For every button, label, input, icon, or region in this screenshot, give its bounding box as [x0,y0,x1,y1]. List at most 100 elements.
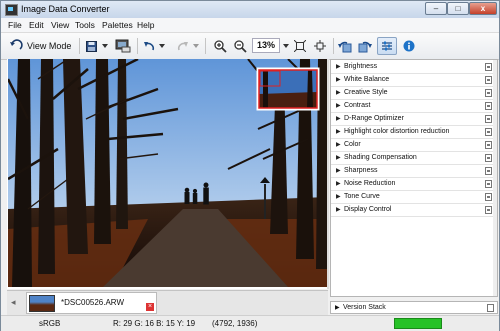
zoom-in-icon [213,39,227,53]
crosshair-icon [313,40,326,52]
minimize-button[interactable]: – [425,2,447,15]
menu-edit[interactable]: Edit [29,20,44,30]
palette-item-creative-style[interactable]: ▶ Creative Style [331,87,494,100]
version-stack-label: Version Stack [343,304,386,311]
save-dropdown[interactable] [100,37,109,55]
photo-preview [8,59,328,287]
menu-tools[interactable]: Tools [75,20,95,30]
undo-icon [143,41,155,51]
preview-icon[interactable] [485,76,492,84]
rotate-right-button[interactable] [357,37,373,55]
app-icon [5,4,18,16]
fit-screen-icon [293,40,306,52]
film-thumbnail[interactable]: *DSC00526.ARW × [26,292,157,314]
preview-icon[interactable] [485,63,492,71]
menu-bar: File Edit View Tools Palettes Help [1,18,499,33]
preview-icon[interactable] [485,167,492,175]
menu-view[interactable]: View [51,20,69,30]
window-title: Image Data Converter [21,4,110,14]
palette-item-brightness[interactable]: ▶ Brightness [331,61,494,74]
redo-icon [177,41,189,51]
expand-triangle-icon: ▶ [336,142,341,148]
expand-triangle-icon: ▶ [336,103,341,109]
preview-icon[interactable] [485,193,492,201]
view-mode-button[interactable]: View Mode [9,37,77,55]
preview-icon[interactable] [487,304,494,312]
title-bar: Image Data Converter – □ x [1,1,499,18]
chevron-down-icon [101,44,108,48]
toolbar-separator [205,38,206,54]
palette-item-shading-compensation[interactable]: ▶ Shading Compensation [331,152,494,165]
menu-help[interactable]: Help [137,20,154,30]
toolbar: View Mode 13% [1,33,499,60]
redo-button[interactable] [176,37,190,55]
preview-icon[interactable] [485,206,492,214]
version-stack-bar[interactable]: ▶ Version Stack [330,301,498,314]
zoom-level-field[interactable]: 13% [252,38,280,53]
chevron-down-icon [192,44,199,48]
palette-item-white-balance[interactable]: ▶ White Balance [331,74,494,87]
progress-indicator [394,318,442,329]
zoom-in-button[interactable] [212,37,228,55]
palette-item-highlight-color-distortion[interactable]: ▶ Highlight color distortion reduction [331,126,494,139]
preview-icon[interactable] [485,180,492,188]
color-space: sRGB [39,319,61,328]
rotate-right-icon [358,40,372,53]
expand-triangle-icon: ▶ [336,168,341,174]
expand-triangle-icon: ▶ [336,129,341,135]
filmstrip: ◂ *DSC00526.ARW × [7,290,328,315]
toolbar-separator [137,38,138,54]
actual-size-button[interactable] [312,37,327,55]
view-mode-label: View Mode [27,41,72,51]
expand-triangle-icon: ▶ [336,155,341,161]
cursor-coordinates: (4792, 1936) [212,319,258,328]
menu-palettes[interactable]: Palettes [102,20,133,30]
adjustment-palette-button[interactable] [377,37,397,55]
chevron-down-icon [282,44,289,48]
adjustment-palette: ▶ Brightness ▶ White Balance ▶ Creative Sty… [330,59,498,297]
info-button[interactable] [401,37,417,55]
expand-triangle-icon: ▶ [336,207,341,213]
palette-item-contrast[interactable]: ▶ Contrast [331,100,494,113]
expand-triangle-icon: ▶ [336,64,341,70]
close-button[interactable]: x [469,2,497,15]
maximize-button[interactable]: □ [447,2,469,15]
preview-icon[interactable] [485,89,492,97]
palette-item-tone-curve[interactable]: ▶ Tone Curve [331,191,494,204]
raw-convert-icon [115,39,131,53]
chevron-left-icon[interactable]: ◂ [11,297,16,308]
zoom-out-icon [233,39,247,53]
preview-icon[interactable] [485,154,492,162]
palette-scrollbar[interactable] [493,60,497,296]
expand-triangle-icon: ▶ [336,77,341,83]
palette-item-d-range-optimizer[interactable]: ▶ D-Range Optimizer [331,113,494,126]
zoom-out-button[interactable] [232,37,248,55]
preview-icon[interactable] [485,141,492,149]
zoom-dropdown[interactable] [281,37,290,55]
palette-item-noise-reduction[interactable]: ▶ Noise Reduction [331,178,494,191]
undo-dropdown[interactable] [157,37,166,55]
expand-triangle-icon: ▶ [336,90,341,96]
thumbnail-image [29,295,55,312]
palette-item-color[interactable]: ▶ Color [331,139,494,152]
save-button[interactable] [84,37,98,55]
preview-icon[interactable] [485,115,492,123]
rotate-left-button[interactable] [337,37,353,55]
pixel-readout: R: 29 G: 16 B: 15 Y: 19 [113,319,196,328]
image-viewport[interactable] [7,59,329,289]
expand-triangle-icon: ▶ [336,181,341,187]
convert-button[interactable] [114,37,132,55]
viewport-scrollbar[interactable] [327,59,329,289]
palette-item-display-control[interactable]: ▶ Display Control [331,204,494,217]
preview-icon[interactable] [485,102,492,110]
fit-to-window-button[interactable] [292,37,307,55]
rotate-left-icon [338,40,352,53]
preview-icon[interactable] [485,128,492,136]
menu-file[interactable]: File [8,20,22,30]
app-window: Image Data Converter – □ x File Edit Vie… [0,0,500,331]
undo-button[interactable] [142,37,156,55]
redo-dropdown[interactable] [191,37,200,55]
expand-triangle-icon: ▶ [336,194,341,200]
close-icon[interactable]: × [146,303,154,311]
palette-item-sharpness[interactable]: ▶ Sharpness [331,165,494,178]
